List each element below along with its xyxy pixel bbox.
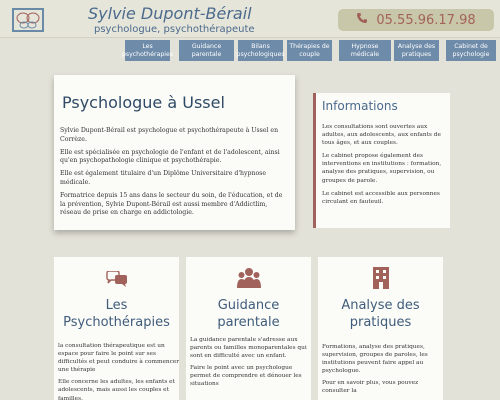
card-paragraph: La guidance parentale s'adresse aux pare… bbox=[190, 337, 307, 360]
service-card-guidance[interactable]: Guidance parentale La guidance parentale… bbox=[186, 257, 311, 400]
card-paragraph: Elle concerne les adultes, les enfants e… bbox=[58, 379, 175, 400]
intro-body: Sylvie Dupont-Bérail est psychologue et … bbox=[60, 127, 290, 222]
card-body: la consultation thérapeutique est un esp… bbox=[58, 342, 180, 400]
info-card: Informations Les consultations sont ouve… bbox=[313, 93, 450, 228]
nav-item-guidance-parentale[interactable]: Guidance parentale bbox=[179, 40, 234, 61]
nav-item-analyse-pratiques[interactable]: Analyse des pratiques bbox=[394, 40, 439, 61]
info-title: Informations bbox=[322, 99, 398, 113]
card-paragraph: Faire le point avec un psychologue perme… bbox=[190, 365, 302, 388]
card-body: Formations, analyse des pratiques, super… bbox=[322, 343, 444, 400]
card-title: Guidance parentale bbox=[217, 298, 280, 330]
building-icon bbox=[372, 267, 389, 293]
site-subtitle: psychologue, psychothérapeute bbox=[94, 24, 255, 35]
info-paragraph: Le cabinet propose également des interve… bbox=[322, 153, 442, 184]
card-paragraph: Pour en savoir plus, vous pouvez consult… bbox=[322, 380, 419, 395]
speech-bubbles-icon bbox=[105, 270, 128, 293]
card-paragraph: la consultation thérapeutique est un esp… bbox=[58, 343, 180, 374]
site-name[interactable]: Sylvie Dupont-Bérail bbox=[88, 4, 252, 23]
info-paragraph: Les consultations sont ouvertes aux adul… bbox=[322, 124, 441, 147]
nav-item-therapies-couple[interactable]: Thérapies de couple bbox=[287, 40, 332, 61]
page-title: Psychologue à Ussel bbox=[62, 93, 225, 112]
phone-button[interactable]: 05.55.96.17.98 bbox=[338, 9, 494, 31]
butterfly-logo[interactable] bbox=[12, 8, 44, 32]
info-paragraph: Le cabinet est accessible aux personnes … bbox=[322, 190, 440, 205]
card-body: La guidance parentale s'adresse aux pare… bbox=[190, 336, 312, 393]
phone-number: 05.55.96.17.98 bbox=[376, 12, 476, 28]
intro-paragraph: Elle est spécialisée en psychologie de l… bbox=[60, 148, 280, 165]
info-body: Les consultations sont ouvertes aux adul… bbox=[322, 123, 448, 211]
nav-item-psychotherapies[interactable]: Les psychothérapies bbox=[122, 40, 173, 61]
intro-card: Psychologue à Ussel Sylvie Dupont-Bérail… bbox=[54, 75, 295, 230]
family-group-icon bbox=[236, 267, 261, 293]
nav-item-cabinet[interactable]: Cabinet de psychologie bbox=[446, 40, 496, 61]
phone-icon bbox=[356, 12, 368, 28]
card-title: Les Psychothérapies bbox=[63, 298, 170, 330]
service-card-psychotherapies[interactable]: Les Psychothérapies la consultation thér… bbox=[54, 257, 179, 400]
nav-item-hypnose[interactable]: Hypnose médicale bbox=[339, 40, 391, 61]
site-header: Sylvie Dupont-Bérail psychologue, psycho… bbox=[0, 0, 500, 38]
intro-paragraph: Elle est également titulaire d'un Diplôm… bbox=[60, 170, 267, 186]
intro-paragraph: Formatrice depuis 15 ans dans le secteur… bbox=[60, 191, 283, 217]
nav-item-bilans[interactable]: Bilans psychologiques bbox=[237, 40, 284, 61]
main-nav: Les psychothérapies Guidance parentale B… bbox=[0, 40, 500, 61]
card-title: Analyse des pratiques bbox=[341, 298, 420, 330]
intro-paragraph: Sylvie Dupont-Bérail est psychologue et … bbox=[60, 127, 279, 143]
service-card-analyse[interactable]: Analyse des pratiques Formations, analys… bbox=[318, 257, 443, 400]
card-paragraph: Formations, analyse des pratiques, super… bbox=[322, 344, 428, 375]
